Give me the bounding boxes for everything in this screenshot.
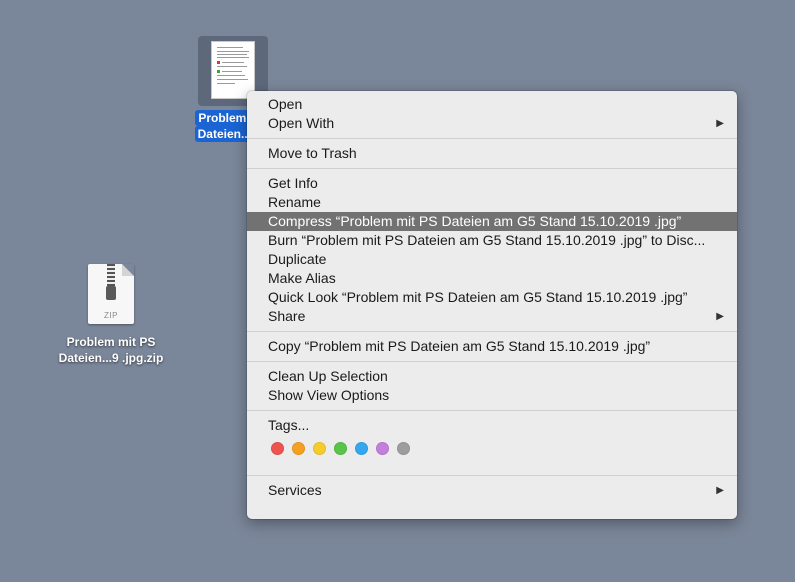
zip-file-label-line2: Dateien...9 .jpg.zip bbox=[58, 351, 164, 365]
submenu-arrow-icon: ▶ bbox=[716, 118, 724, 129]
submenu-arrow-icon: ▶ bbox=[716, 485, 724, 496]
menu-item-rename[interactable]: Rename bbox=[247, 193, 737, 212]
menu-separator bbox=[247, 475, 737, 476]
tag-red-dot[interactable] bbox=[271, 442, 284, 455]
zip-archive-icon: ZIP bbox=[88, 264, 134, 324]
menu-separator bbox=[247, 361, 737, 362]
menu-separator bbox=[247, 331, 737, 332]
menu-separator bbox=[247, 168, 737, 169]
menu-item-services-label: Services bbox=[268, 482, 322, 498]
tag-blue-dot[interactable] bbox=[355, 442, 368, 455]
tag-green-dot[interactable] bbox=[334, 442, 347, 455]
menu-item-tags[interactable]: Tags... bbox=[247, 416, 737, 435]
tag-gray-dot[interactable] bbox=[397, 442, 410, 455]
menu-item-copy[interactable]: Copy “Problem mit PS Dateien am G5 Stand… bbox=[247, 337, 737, 356]
tag-yellow-dot[interactable] bbox=[313, 442, 326, 455]
menu-item-show-view-options[interactable]: Show View Options bbox=[247, 386, 737, 405]
tag-purple-dot[interactable] bbox=[376, 442, 389, 455]
menu-item-open-with-label: Open With bbox=[268, 115, 335, 131]
zip-file-label-line1: Problem mit PS bbox=[66, 335, 156, 349]
submenu-arrow-icon: ▶ bbox=[716, 311, 724, 322]
menu-item-open-with[interactable]: Open With ▶ bbox=[247, 114, 737, 133]
zip-badge: ZIP bbox=[104, 311, 118, 320]
menu-item-get-info[interactable]: Get Info bbox=[247, 174, 737, 193]
tag-orange-dot[interactable] bbox=[292, 442, 305, 455]
menu-item-open[interactable]: Open bbox=[247, 95, 737, 114]
zip-file-label[interactable]: Problem mit PS Dateien...9 .jpg.zip bbox=[50, 334, 172, 366]
menu-item-compress[interactable]: Compress “Problem mit PS Dateien am G5 S… bbox=[247, 212, 737, 231]
menu-item-quick-look[interactable]: Quick Look “Problem mit PS Dateien am G5… bbox=[247, 288, 737, 307]
menu-separator bbox=[247, 138, 737, 139]
zipper-pull-graphic bbox=[106, 286, 116, 300]
menu-item-duplicate[interactable]: Duplicate bbox=[247, 250, 737, 269]
context-menu: Open Open With ▶ Move to Trash Get Info … bbox=[247, 91, 737, 519]
menu-item-share-label: Share bbox=[268, 308, 306, 324]
menu-item-clean-up-selection[interactable]: Clean Up Selection bbox=[247, 367, 737, 386]
menu-item-share[interactable]: Share ▶ bbox=[247, 307, 737, 326]
menu-separator bbox=[247, 410, 737, 411]
desktop: { "desktop": { "selected_file": { "label… bbox=[0, 0, 795, 582]
menu-item-burn[interactable]: Burn “Problem mit PS Dateien am G5 Stand… bbox=[247, 231, 737, 250]
menu-item-move-to-trash[interactable]: Move to Trash bbox=[247, 144, 737, 163]
menu-item-make-alias[interactable]: Make Alias bbox=[247, 269, 737, 288]
menu-item-services[interactable]: Services ▶ bbox=[247, 481, 737, 500]
document-thumbnail bbox=[211, 41, 255, 99]
tag-color-row bbox=[247, 435, 737, 463]
